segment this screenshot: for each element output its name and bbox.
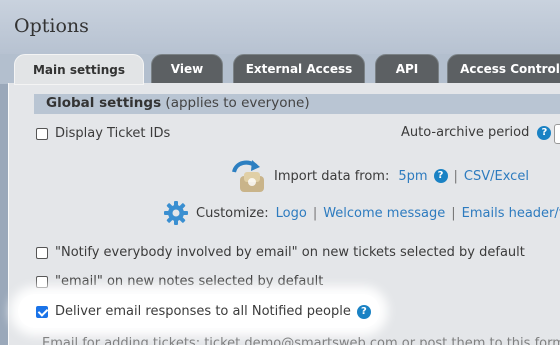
separator: |: [312, 205, 318, 221]
window-title-bar: Options: [0, 0, 560, 54]
global-settings-header: Global settings (applies to everyone): [34, 94, 560, 114]
display-ticket-ids-label: Display Ticket IDs: [55, 126, 171, 141]
customize-row: Customize: Logo | Welcome message | Emai…: [163, 200, 560, 226]
display-ticket-ids-checkbox[interactable]: [36, 127, 48, 140]
notify-everybody-checkbox[interactable]: [36, 246, 48, 259]
import-5pm-link[interactable]: 5pm: [398, 169, 427, 184]
deliver-responses-row[interactable]: Deliver email responses to all Notified …: [36, 304, 371, 319]
footer-text: Email for adding tickets: ticket.demo@sm…: [42, 336, 560, 345]
auto-archive-select[interactable]: [554, 124, 560, 144]
notify-everybody-row[interactable]: "Notify everybody involved by email" on …: [36, 245, 525, 260]
separator: |: [453, 168, 458, 184]
separator: |: [451, 205, 456, 221]
email-notes-row[interactable]: "email" on new notes selected by default: [36, 274, 323, 289]
global-settings-subtitle: (applies to everyone): [165, 95, 310, 111]
gear-icon: [164, 201, 188, 225]
auto-archive-row: Auto-archive period ?: [401, 125, 552, 140]
help-icon[interactable]: ?: [537, 125, 552, 140]
help-icon[interactable]: ?: [356, 304, 371, 319]
import-label: Import data from:: [274, 168, 390, 184]
display-ticket-ids-row[interactable]: Display Ticket IDs: [36, 126, 170, 141]
import-csv-link[interactable]: CSV/Excel: [464, 169, 529, 184]
tab-access-control[interactable]: Access Control: [447, 54, 560, 84]
import-icon: [232, 160, 264, 192]
tab-view[interactable]: View: [151, 54, 223, 84]
tab-external-access[interactable]: External Access: [233, 54, 365, 84]
help-icon[interactable]: ?: [433, 169, 448, 183]
import-row: Import data from: 5pm ? | CSV/Excel: [228, 158, 529, 194]
customize-logo-link[interactable]: Logo: [276, 206, 307, 221]
deliver-responses-label: Deliver email responses to all Notified …: [55, 304, 351, 319]
tab-main-settings[interactable]: Main settings: [14, 54, 144, 85]
customize-label: Customize:: [196, 205, 269, 221]
customize-emails-header-link[interactable]: Emails header/f: [462, 206, 560, 221]
email-notes-checkbox[interactable]: [36, 275, 48, 288]
deliver-responses-checkbox[interactable]: [36, 305, 48, 318]
tab-api[interactable]: API: [375, 54, 439, 84]
auto-archive-label: Auto-archive period: [401, 125, 530, 140]
customize-welcome-link[interactable]: Welcome message: [323, 206, 445, 221]
email-notes-label: "email" on new notes selected by default: [55, 274, 324, 289]
global-settings-title: Global settings: [46, 95, 162, 111]
notify-everybody-label: "Notify everybody involved by email" on …: [55, 245, 525, 260]
window-title: Options: [14, 15, 89, 37]
